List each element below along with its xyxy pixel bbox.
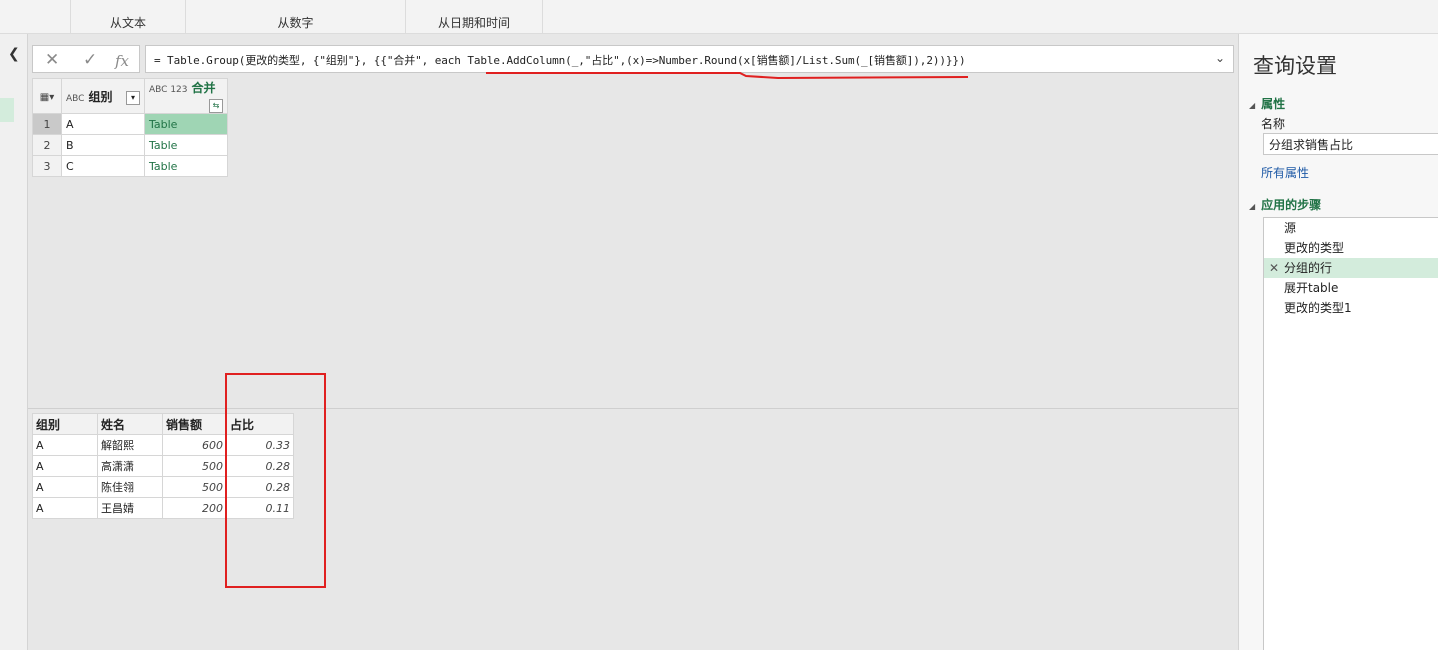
cell: 500 [162, 476, 227, 498]
row-number: 2 [32, 134, 62, 156]
cell: 高潇潇 [97, 455, 163, 477]
query-settings-pane: 查询设置 ◢ 属性 名称 分组求销售占比 所有属性 ◢ 应用的步骤 源 更改的类型 … [1238, 34, 1438, 650]
cell: 陈佳翎 [97, 476, 163, 498]
commit-icon[interactable]: ✓ [83, 50, 97, 70]
ribbon-group-label: 从数字 [277, 16, 314, 30]
ribbon-group-text[interactable]: 从文本 [70, 0, 185, 34]
all-properties-link[interactable]: 所有属性 [1261, 164, 1309, 181]
any-type-icon[interactable]: ABC 123 [149, 85, 188, 95]
ribbon-group-label: 从日期和时间 [437, 16, 510, 30]
ribbon-group-datetime[interactable]: 从日期和时间 [405, 0, 543, 34]
fx-icon[interactable]: fx [115, 52, 129, 70]
properties-section[interactable]: ◢ 属性 [1249, 95, 1285, 112]
ribbon: 从文本 从数字 从日期和时间 [0, 0, 1438, 34]
step-item[interactable]: 展开table [1264, 278, 1438, 298]
cell[interactable]: A [61, 113, 145, 135]
preview-header: 销售额 [162, 413, 227, 435]
cell: A [32, 455, 98, 477]
pane-title: 查询设置 [1253, 54, 1337, 78]
queries-pane-collapsed: ❮ [0, 34, 28, 650]
cell: 200 [162, 497, 227, 519]
preview-header: 姓名 [97, 413, 163, 435]
step-item[interactable]: 更改的类型 [1264, 238, 1438, 258]
section-label: 应用的步骤 [1261, 198, 1322, 212]
step-item[interactable]: 更改的类型1 [1264, 298, 1438, 318]
ribbon-group-label: 从文本 [109, 16, 146, 30]
step-label: 展开table [1284, 281, 1339, 295]
table-link-cell[interactable]: Table [144, 113, 228, 135]
delete-step-icon[interactable]: ✕ [1269, 258, 1279, 278]
step-label: 分组的行 [1284, 261, 1333, 275]
ribbon-group-number[interactable]: 从数字 [185, 0, 405, 34]
column-label: 合并 [191, 81, 216, 95]
selected-query-indicator [0, 98, 14, 122]
column-header-group[interactable]: ABC 组别 ▾ [61, 78, 145, 114]
step-label: 更改的类型 [1284, 241, 1345, 255]
preview-divider[interactable] [28, 408, 1238, 409]
cell: A [32, 434, 98, 456]
main-area: ✕ ✓ fx = Table.Group(更改的类型, {"组别"}, {{"合… [28, 34, 1238, 650]
filter-dropdown-icon[interactable]: ▾ [126, 90, 140, 105]
step-item[interactable]: 源 [1264, 218, 1438, 238]
step-label: 源 [1284, 221, 1297, 235]
row-number: 1 [32, 113, 62, 135]
table-row[interactable]: 1 A Table [32, 113, 228, 135]
table-row[interactable]: 2 B Table [32, 134, 228, 156]
applied-steps-section[interactable]: ◢ 应用的步骤 [1249, 196, 1321, 213]
table-menu-icon[interactable]: ▦▾ [32, 78, 62, 114]
formula-bar[interactable]: = Table.Group(更改的类型, {"组别"}, {{"合并", eac… [145, 45, 1234, 73]
section-label: 属性 [1261, 97, 1286, 111]
row-number: 3 [32, 155, 62, 177]
column-label: 组别 [88, 89, 113, 104]
cell[interactable]: B [61, 134, 145, 156]
text-type-icon[interactable]: ABC [66, 94, 84, 104]
step-label: 更改的类型1 [1284, 301, 1352, 315]
table-row[interactable]: 3 C Table [32, 155, 228, 177]
preview-header: 组别 [32, 413, 98, 435]
chevron-down-icon[interactable]: ⌄ [1215, 51, 1225, 65]
chevron-left-icon[interactable]: ❮ [8, 46, 20, 62]
data-grid: ▦▾ ABC 组别 ▾ ABC 123 合并 ⇆ 1 A Table 2 B Tab… [32, 78, 228, 177]
collapse-triangle-icon[interactable]: ◢ [1249, 202, 1255, 211]
table-link-cell[interactable]: Table [144, 155, 228, 177]
cell: 解韶熙 [97, 434, 163, 456]
cell[interactable]: C [61, 155, 145, 177]
column-header-merged[interactable]: ABC 123 合并 ⇆ [144, 78, 228, 114]
table-link-cell[interactable]: Table [144, 134, 228, 156]
cancel-icon[interactable]: ✕ [45, 50, 59, 70]
cell: A [32, 476, 98, 498]
collapse-triangle-icon[interactable]: ◢ [1249, 101, 1255, 110]
cell: 600 [162, 434, 227, 456]
cell: 500 [162, 455, 227, 477]
name-label: 名称 [1261, 117, 1286, 131]
expand-column-icon[interactable]: ⇆ [209, 99, 223, 113]
cell: 王昌婧 [97, 497, 163, 519]
cell: A [32, 497, 98, 519]
query-name-input[interactable]: 分组求销售占比 [1263, 133, 1438, 155]
applied-steps-list: 源 更改的类型 ✕ 分组的行 展开table 更改的类型1 [1263, 217, 1438, 650]
step-item-selected[interactable]: ✕ 分组的行 [1264, 258, 1438, 278]
formula-text[interactable]: = Table.Group(更改的类型, {"组别"}, {{"合并", eac… [154, 52, 966, 68]
annotation-box [225, 373, 326, 588]
formula-actions: ✕ ✓ fx [32, 45, 140, 73]
